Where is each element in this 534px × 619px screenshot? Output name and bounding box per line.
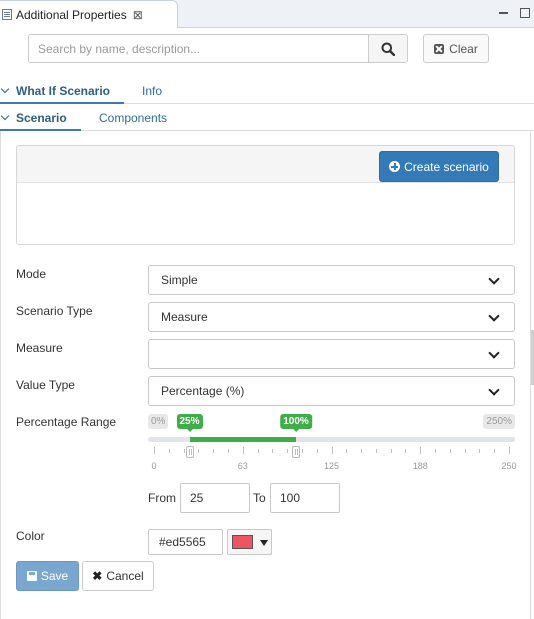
- slider-tick: [213, 449, 215, 453]
- slider-tick: [346, 449, 348, 453]
- search-box: [28, 34, 408, 63]
- slider-tick-label: 188: [412, 461, 428, 471]
- slider-tick: [227, 449, 229, 453]
- slider-tick: [449, 449, 451, 453]
- tab-label: Scenario: [16, 111, 67, 125]
- slider-tick: [435, 449, 437, 453]
- mode-select[interactable]: Simple: [148, 265, 515, 295]
- tab-components[interactable]: Components: [99, 107, 167, 131]
- slider-tick: [405, 449, 407, 453]
- caret-down-icon: [260, 540, 268, 546]
- plus-circle-icon: [389, 161, 401, 172]
- scenario-list-box: Create scenario: [16, 145, 515, 245]
- view-tab-title: Additional Properties: [16, 7, 127, 22]
- color-swatch: [232, 535, 253, 549]
- slider-tick: [464, 449, 466, 453]
- maximize-icon[interactable]: [520, 8, 530, 18]
- scenario-type-value: Measure: [161, 310, 208, 324]
- minimize-icon[interactable]: [499, 12, 508, 14]
- scenario-type-label: Scenario Type: [16, 304, 93, 318]
- slider-handle-to[interactable]: [292, 446, 300, 458]
- slider-tick-label: 0: [151, 461, 157, 471]
- create-scenario-label: Create scenario: [404, 159, 489, 174]
- tab-scenario[interactable]: Scenario: [0, 107, 81, 131]
- mode-value: Simple: [161, 273, 198, 287]
- slider-tick: [509, 447, 510, 454]
- chevron-down-icon: [488, 310, 500, 322]
- color-picker-button[interactable]: [227, 529, 272, 555]
- value-type-label: Value Type: [16, 378, 75, 392]
- slider-tick: [479, 449, 481, 453]
- create-scenario-button[interactable]: Create scenario: [379, 151, 499, 182]
- percentage-range-slider[interactable]: 0% 250% 25% 100% 0 63 125 188 250: [148, 410, 517, 475]
- value-type-value: Percentage (%): [161, 384, 245, 398]
- mode-label: Mode: [16, 267, 47, 281]
- color-hex-input[interactable]: [148, 529, 223, 555]
- tab-label: Info: [142, 84, 163, 98]
- cancel-label: Cancel: [106, 569, 144, 583]
- search-icon: [381, 42, 395, 56]
- chevron-down-icon: [0, 111, 10, 121]
- clear-icon: [434, 43, 445, 54]
- tab-row-secondary: Scenario Components: [0, 107, 534, 131]
- floppy-disk-icon: [26, 571, 37, 581]
- slider-tick: [154, 447, 155, 454]
- clear-button[interactable]: Clear: [423, 34, 489, 63]
- slider-tick: [287, 449, 289, 453]
- cancel-button[interactable]: ✖ Cancel: [82, 561, 154, 591]
- slider-tick: [420, 447, 422, 454]
- percentage-range-label: Percentage Range: [16, 415, 117, 429]
- measure-label: Measure: [16, 341, 63, 355]
- close-icon: ✖: [92, 569, 103, 583]
- tab-label: Components: [99, 111, 168, 125]
- range-to-label: 100%: [280, 414, 312, 432]
- close-icon[interactable]: ⊠: [133, 9, 143, 21]
- search-input[interactable]: [29, 35, 368, 62]
- slider-tick-label: 125: [323, 461, 340, 471]
- slider-tick: [183, 449, 185, 453]
- chevron-down-icon: [488, 347, 500, 359]
- chevron-down-icon: [488, 384, 500, 396]
- slider-tick: [361, 449, 363, 453]
- color-label: Color: [16, 529, 45, 543]
- range-min-label: 0%: [148, 414, 169, 429]
- tab-info[interactable]: Info: [142, 80, 162, 104]
- chevron-down-icon: [488, 273, 500, 285]
- save-label: Save: [40, 569, 69, 583]
- slider-tick: [316, 449, 318, 453]
- value-type-select[interactable]: Percentage (%): [148, 376, 515, 406]
- range-from-label: 25%: [176, 414, 203, 432]
- properties-view-icon: [2, 9, 12, 20]
- tab-row-primary: What If Scenario Info: [0, 80, 534, 104]
- slider-tick: [375, 449, 377, 453]
- view-tab-bar: Additional Properties ⊠: [0, 0, 534, 28]
- chevron-down-icon: [0, 84, 10, 94]
- slider-selected-range: [189, 437, 296, 442]
- from-input[interactable]: [180, 483, 250, 513]
- range-max-label: 250%: [483, 414, 515, 429]
- tab-what-if-scenario[interactable]: What If Scenario: [0, 80, 125, 104]
- save-button[interactable]: Save: [16, 561, 79, 591]
- slider-tick: [257, 449, 259, 453]
- slider-tick: [390, 449, 392, 453]
- slider-tick: [331, 447, 333, 454]
- from-label: From: [148, 491, 176, 505]
- slider-tick-label: 63: [237, 461, 248, 471]
- slider-tick-label: 250: [501, 461, 517, 471]
- to-input[interactable]: [270, 483, 340, 513]
- to-label: To: [253, 491, 266, 505]
- slider-tick: [168, 449, 170, 453]
- search-button[interactable]: [368, 35, 407, 62]
- measure-select[interactable]: [148, 339, 515, 369]
- scenario-type-select[interactable]: Measure: [148, 302, 515, 332]
- tab-label: What If Scenario: [16, 84, 111, 98]
- slider-tick: [494, 449, 496, 453]
- clear-label: Clear: [449, 41, 478, 56]
- slider-tick: [272, 449, 274, 453]
- slider-tick: [301, 449, 303, 453]
- view-tab-additional-properties[interactable]: Additional Properties ⊠: [0, 0, 178, 28]
- slider-tick: [242, 447, 244, 454]
- slider-tick: [198, 449, 200, 453]
- slider-handle-from[interactable]: [185, 446, 194, 458]
